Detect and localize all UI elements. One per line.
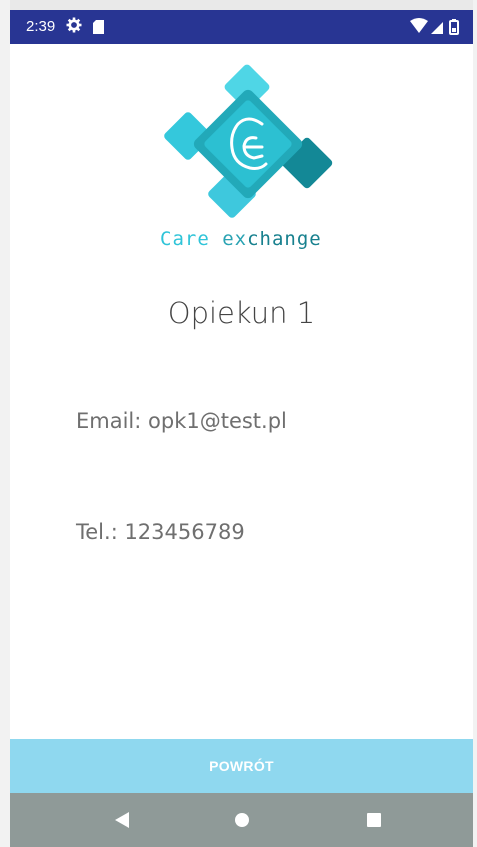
recents-square-icon [367,813,381,827]
back-triangle-icon [115,812,129,828]
battery-icon [449,19,459,35]
nav-recents-button[interactable] [344,793,404,847]
phone-line: Tel.: 123456789 [76,520,245,544]
home-circle-icon [235,813,249,827]
window-edge-right [473,0,477,847]
window-edge-top [0,0,477,10]
nav-home-button[interactable] [212,793,272,847]
email-line: Email: opk1@test.pl [76,409,287,433]
wifi-icon [410,18,428,33]
brand-word-change: change [247,228,322,250]
brand-word-ex: ex [222,228,248,250]
app-screen: 2:39 Care exchange Opiekun 1 Email: opk1… [10,10,473,847]
status-time: 2:39 [26,18,56,35]
gear-icon [66,17,82,37]
brand-word-care: Care [160,228,210,250]
back-button[interactable]: POWRÓT [10,739,473,793]
status-indicators [405,18,465,36]
sd-card-icon [93,19,104,34]
nav-back-button[interactable] [92,793,152,847]
caregiver-name: Opiekun 1 [167,296,316,330]
care-exchange-logo [158,64,334,224]
status-bar: 2:39 [10,10,473,44]
signal-icon [431,22,443,34]
brand-wordmark: Care exchange [160,228,322,250]
system-nav-bar [10,793,473,847]
device-frame: 2:39 Care exchange Opiekun 1 Email: opk1… [0,0,477,847]
window-edge-left [0,0,10,847]
